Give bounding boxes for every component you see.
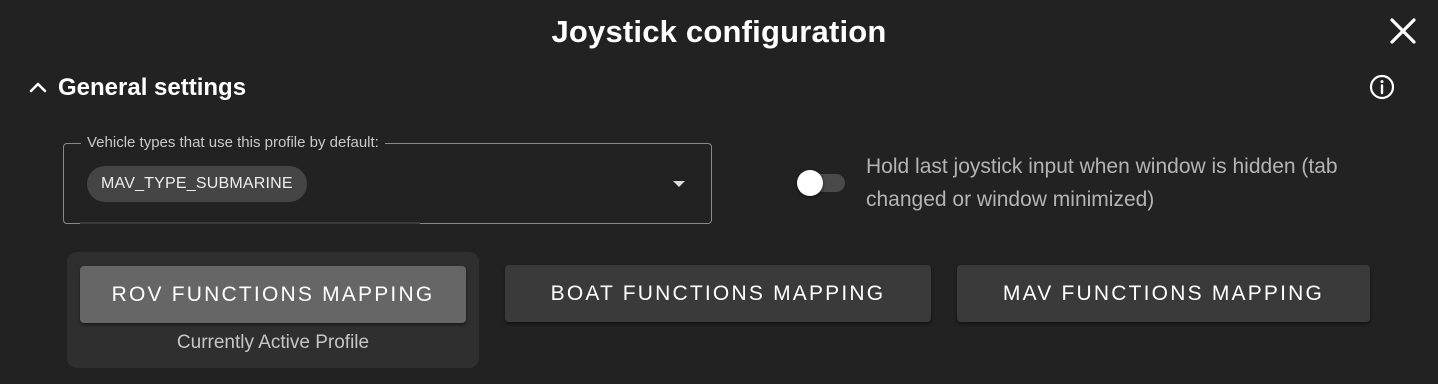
caret-down-icon[interactable] bbox=[669, 174, 689, 194]
general-settings-toggle[interactable]: General settings bbox=[26, 70, 246, 106]
vehicle-types-label: Vehicle types that use this profile by d… bbox=[81, 134, 385, 152]
joystick-configuration-dialog: Joystick configuration General settings … bbox=[0, 0, 1438, 384]
select-underline bbox=[80, 222, 420, 224]
active-profile-caption: Currently Active Profile bbox=[176, 332, 370, 353]
general-settings-title: General settings bbox=[58, 74, 247, 101]
hold-last-input-toggle[interactable] bbox=[795, 168, 853, 198]
info-icon bbox=[1369, 74, 1395, 100]
vehicle-type-chip[interactable]: MAV_TYPE_SUBMARINE bbox=[87, 166, 307, 202]
dialog-title: Joystick configuration bbox=[551, 14, 887, 49]
info-button[interactable] bbox=[1368, 73, 1396, 101]
chevron-up-icon bbox=[29, 82, 47, 93]
vehicle-types-select[interactable]: Vehicle types that use this profile by d… bbox=[63, 134, 712, 224]
boat-functions-mapping-button[interactable]: BOAT FUNCTIONS MAPPING bbox=[505, 265, 931, 322]
mav-functions-mapping-button[interactable]: MAV FUNCTIONS MAPPING bbox=[957, 265, 1370, 322]
close-icon bbox=[1390, 18, 1416, 44]
close-button[interactable] bbox=[1384, 12, 1422, 50]
rov-functions-mapping-button[interactable]: ROV FUNCTIONS MAPPING bbox=[80, 266, 466, 323]
hold-last-input-label: Hold last joystick input when window is … bbox=[866, 155, 1338, 211]
toggle-thumb bbox=[797, 170, 823, 196]
